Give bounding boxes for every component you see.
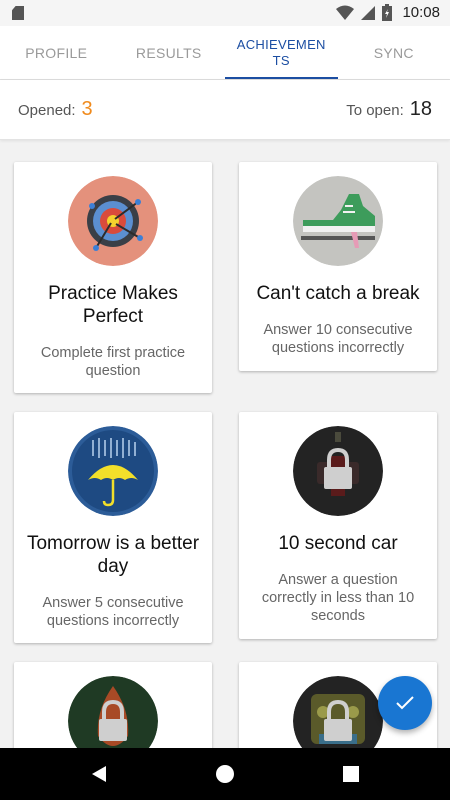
back-button[interactable] — [87, 762, 111, 786]
sneaker-icon — [293, 176, 383, 266]
achievement-counters: Opened: 3 To open: 18 — [0, 80, 450, 140]
sd-card-icon — [12, 6, 24, 20]
tab-achievements[interactable]: ACHIEVEMENTS — [225, 26, 338, 79]
home-button[interactable] — [213, 762, 237, 786]
recents-square-icon — [343, 766, 359, 782]
tab-label: RESULTS — [135, 44, 202, 61]
recents-button[interactable] — [339, 762, 363, 786]
to-open-count: 18 — [409, 98, 432, 120]
achievement-title: Can't catch a break — [256, 283, 420, 304]
achievement-card[interactable]: Can't catch a break Answer 10 consecutiv… — [239, 162, 437, 371]
achievement-title: 10 second car — [278, 533, 398, 554]
status-bar: 10:08 — [0, 0, 450, 26]
achievement-card[interactable]: 10 second car Answer a question correctl… — [239, 412, 437, 639]
tab-bar: PROFILE RESULTS ACHIEVEMENTS SYNC — [0, 26, 450, 80]
to-open-label: To open: — [346, 102, 404, 119]
back-triangle-icon — [92, 766, 106, 782]
achievement-description: Complete first practice question — [40, 345, 186, 379]
tab-label: PROFILE — [25, 44, 88, 61]
target-darts-icon — [68, 176, 158, 266]
opened-count: 3 — [81, 98, 93, 120]
tab-profile[interactable]: PROFILE — [0, 26, 113, 79]
umbrella-rain-icon — [68, 426, 158, 516]
tab-label: ACHIEVEMENTS — [236, 36, 326, 68]
achievement-title: Tomorrow is a better day — [26, 533, 200, 577]
check-icon — [396, 696, 414, 710]
battery-icon — [382, 4, 393, 21]
achievement-description: Answer 10 consecutive questions incorrec… — [263, 322, 413, 356]
achievement-title: Practice Makes Perfect — [48, 283, 178, 327]
tab-sync[interactable]: SYNC — [338, 26, 450, 79]
wifi-icon — [336, 5, 355, 20]
race-car-lock-icon — [293, 426, 383, 516]
achievement-card[interactable]: Tomorrow is a better day Answer 5 consec… — [14, 412, 212, 643]
confirm-fab-button[interactable] — [378, 676, 432, 730]
signal-icon — [361, 5, 376, 20]
achievement-card[interactable]: Practice Makes Perfect Complete first pr… — [14, 162, 212, 393]
achievement-description: Answer a question correctly in less than… — [261, 572, 415, 624]
home-circle-icon — [216, 765, 234, 783]
tab-label: SYNC — [373, 44, 414, 61]
system-nav-bar — [0, 748, 450, 800]
achievement-description: Answer 5 consecutive questions incorrect… — [42, 595, 184, 629]
clock: 10:08 — [402, 4, 440, 21]
opened-label: Opened: — [18, 102, 76, 119]
tab-results[interactable]: RESULTS — [113, 26, 226, 79]
